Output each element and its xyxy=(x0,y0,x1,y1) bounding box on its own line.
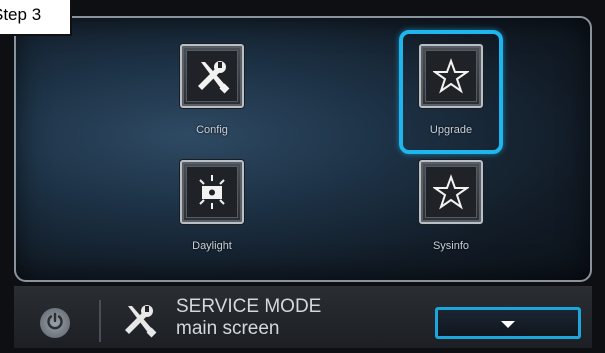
upgrade-label: Upgrade xyxy=(429,124,473,136)
daylight-tile-button[interactable] xyxy=(180,160,244,224)
wrench-screwdriver-icon xyxy=(118,300,160,344)
status-divider xyxy=(99,300,101,342)
sysinfo-tile-button[interactable] xyxy=(419,160,483,224)
power-button[interactable] xyxy=(40,308,70,338)
power-icon xyxy=(46,312,64,334)
star-icon xyxy=(425,50,477,102)
sysinfo-label: Sysinfo xyxy=(432,240,470,252)
step-label: Step 3 xyxy=(0,0,72,36)
wrench-screwdriver-icon xyxy=(186,50,238,102)
config-label: Config xyxy=(196,124,228,136)
mode-title: SERVICE MODE xyxy=(176,296,322,317)
upgrade-tile-button[interactable] xyxy=(419,44,483,108)
daylight-icon xyxy=(186,166,238,218)
chevron-down-icon xyxy=(501,314,515,333)
mode-subtitle: main screen xyxy=(176,318,280,339)
dropdown-button[interactable] xyxy=(435,307,581,339)
star-icon xyxy=(425,166,477,218)
daylight-label: Daylight xyxy=(192,240,232,252)
config-tile-button[interactable] xyxy=(180,44,244,108)
